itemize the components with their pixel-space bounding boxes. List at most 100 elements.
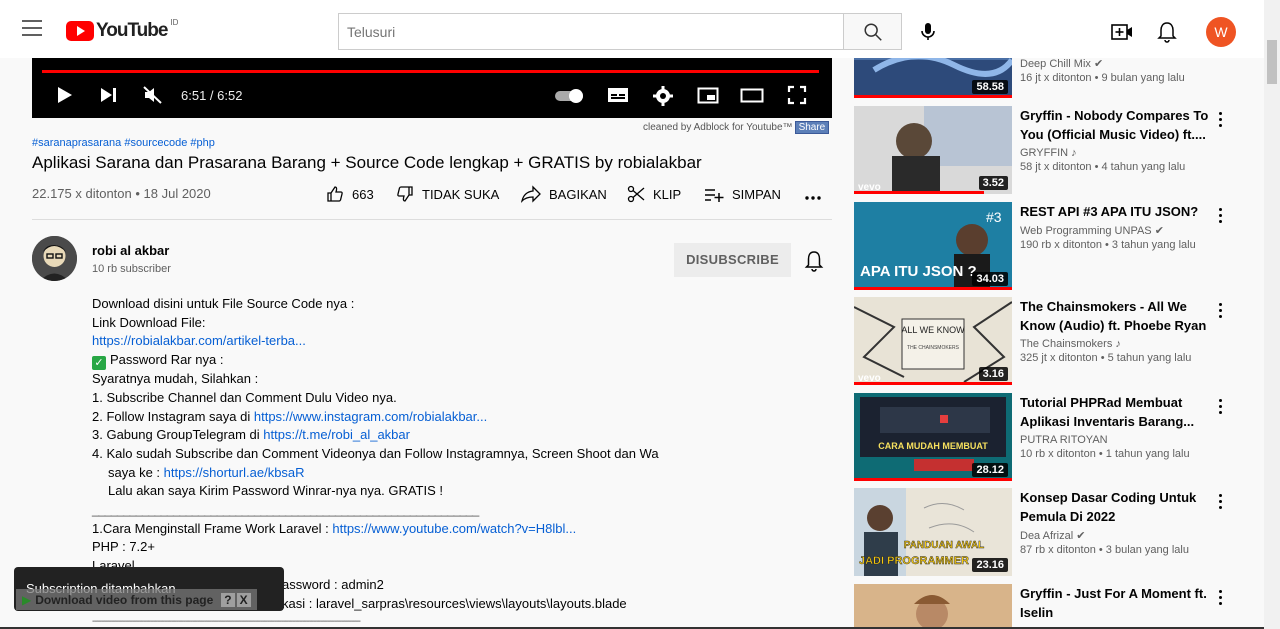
more-actions-icon[interactable] [805, 196, 821, 200]
youtube-play-icon [66, 21, 94, 41]
more-options-icon[interactable] [1216, 590, 1224, 608]
notifications-button[interactable] [1156, 20, 1178, 49]
download-label[interactable]: Download video from this page [35, 593, 213, 607]
rec-title[interactable]: Tutorial PHPRad Membuat Aplikasi Inventa… [1020, 393, 1210, 431]
next-icon[interactable] [99, 85, 119, 105]
play-icon[interactable] [56, 85, 74, 105]
subtitles-icon[interactable] [607, 85, 629, 105]
voice-search-button[interactable] [914, 17, 942, 45]
menu-icon[interactable] [22, 20, 42, 36]
shorturl-link[interactable]: https://shorturl.ae/kbsaR [164, 465, 305, 480]
rec-channel: Web Programming UNPAS ✔ [1020, 225, 1164, 237]
instagram-link[interactable]: https://www.instagram.com/robialakbar... [254, 409, 487, 424]
bell-icon [1157, 22, 1177, 43]
theater-mode-icon[interactable] [740, 85, 764, 105]
adblock-note: cleaned by Adblock for Youtube™ Share [643, 121, 830, 134]
video-duration: 3.52 [978, 176, 1008, 190]
rec-channel: Deep Chill Mix ✔ [1020, 58, 1104, 70]
rec-title[interactable]: REST API #3 APA ITU JSON? [1020, 202, 1210, 221]
youtube-link[interactable]: https://www.youtube.com/watch?v=H8lbl... [332, 521, 576, 536]
verified-icon: ✔ [1076, 530, 1086, 542]
video-player[interactable]: 6:51 / 6:52 [32, 58, 832, 118]
telegram-link[interactable]: https://t.me/robi_al_akbar [263, 427, 410, 442]
autoplay-toggle-icon[interactable] [554, 85, 586, 105]
rec-title[interactable]: Konsep Dasar Coding Untuk Pemula Di 2022 [1020, 488, 1210, 526]
channel-avatar[interactable] [32, 236, 77, 281]
desc-line: 1. Subscribe Channel dan Comment Dulu Vi… [92, 389, 397, 405]
scrollbar[interactable] [1264, 0, 1280, 629]
watched-progress [854, 478, 1012, 481]
save-button[interactable]: SIMPAN [704, 185, 781, 203]
like-count: 663 [352, 186, 374, 202]
channel-avatar-image [32, 236, 77, 281]
svg-text:APA ITU JSON ?: APA ITU JSON ? [860, 263, 977, 280]
more-options-icon[interactable] [1216, 303, 1224, 321]
watched-progress [854, 287, 1012, 290]
rec-meta: 16 jt x ditonton • 9 bulan yang lalu [1020, 72, 1185, 84]
video-duration: 58.58 [972, 80, 1008, 94]
miniplayer-icon[interactable] [697, 85, 719, 105]
video-duration: 34.03 [972, 272, 1008, 286]
video-hashtags[interactable]: #saranaprasarana #sourcecode #php [32, 137, 215, 149]
video-thumbnail[interactable]: CARA MUDAH MEMBUAT 28.12 [854, 393, 1012, 481]
video-duration: 28.12 [972, 463, 1008, 477]
video-thumbnail[interactable]: PANDUAN AWAL JADI PROGRAMMER 23.16 [854, 488, 1012, 576]
rec-title[interactable]: Gryffin - Nobody Compares To You (Offici… [1020, 106, 1210, 144]
rec-channel: GRYFFIN ♪ [1020, 147, 1077, 159]
more-options-icon[interactable] [1216, 494, 1224, 512]
rec-title[interactable]: The Chainsmokers - All We Know (Audio) f… [1020, 297, 1210, 335]
bell-icon [804, 251, 824, 272]
youtube-logo[interactable]: YouTube ID [66, 18, 178, 42]
close-button[interactable]: X [236, 592, 251, 607]
download-video-bar[interactable]: ▶ Download video from this page ? X [16, 589, 257, 610]
channel-name[interactable]: robi al akbar [92, 243, 169, 258]
search-box[interactable] [338, 13, 844, 50]
microphone-icon [921, 23, 935, 40]
desc-line: 4. Kalo sudah Subscribe dan Comment Vide… [92, 445, 659, 461]
rec-title[interactable]: Gryffin - Just For A Moment ft. Iselin [1020, 584, 1210, 622]
rec-meta: 190 rb x ditonton • 3 tahun yang lalu [1020, 239, 1196, 251]
progress-bar[interactable] [42, 70, 820, 73]
create-button[interactable] [1110, 20, 1134, 49]
unsubscribe-button[interactable]: DISUBSCRIBE [674, 243, 791, 277]
search-input[interactable] [339, 14, 843, 49]
mute-icon[interactable] [142, 85, 164, 105]
masthead: YouTube ID W [0, 0, 1264, 58]
video-thumbnail[interactable]: vevo 3.52 [854, 106, 1012, 194]
more-options-icon[interactable] [1216, 208, 1224, 226]
like-button[interactable]: 663 [326, 185, 374, 203]
search-button[interactable] [843, 13, 902, 50]
desc-link[interactable]: https://robialakbar.com/artikel-terba... [92, 333, 306, 348]
clip-button[interactable]: KLIP [627, 185, 681, 203]
help-button[interactable]: ? [221, 592, 235, 607]
adblock-text: cleaned by Adblock for Youtube™ [643, 122, 793, 133]
adblock-share-button[interactable]: Share [794, 121, 830, 134]
time-display: 6:51 / 6:52 [181, 88, 243, 103]
playlist-add-icon [705, 189, 724, 202]
desc-line: Password Rar nya : [110, 352, 224, 368]
thumbs-down-icon [397, 186, 413, 202]
settings-gear-icon[interactable] [652, 85, 674, 107]
scrollbar-thumb[interactable] [1267, 40, 1277, 84]
dislike-button[interactable]: TIDAK SUKA [396, 185, 499, 203]
channel-notification-button[interactable] [804, 250, 824, 277]
rec-meta: 10 rb x ditonton • 1 tahun yang lalu [1020, 448, 1190, 460]
more-options-icon[interactable] [1216, 112, 1224, 130]
svg-text:ALL WE KNOW: ALL WE KNOW [901, 325, 965, 335]
rec-meta: 58 jt x ditonton • 4 tahun yang lalu [1020, 161, 1186, 173]
video-thumbnail[interactable] [854, 584, 1012, 629]
video-duration: 23.16 [972, 558, 1008, 572]
video-title: Aplikasi Sarana dan Prasarana Barang + S… [32, 153, 702, 172]
account-avatar[interactable]: W [1206, 17, 1236, 47]
fullscreen-icon[interactable] [787, 85, 807, 105]
more-options-icon[interactable] [1216, 399, 1224, 417]
video-thumbnail[interactable]: #3 APA ITU JSON ? 34.03 [854, 202, 1012, 290]
share-label: BAGIKAN [549, 186, 607, 202]
desc-rule: ________________________________________… [92, 502, 479, 518]
scissors-icon [627, 185, 645, 203]
video-thumbnail[interactable]: ALL WE KNOW THE CHAINSMOKERS vevo 3.16 [854, 297, 1012, 385]
logo-text: YouTube [96, 20, 168, 41]
dislike-label: TIDAK SUKA [422, 186, 500, 202]
share-button[interactable]: BAGIKAN [521, 185, 607, 203]
music-note-icon: ♪ [1071, 147, 1077, 159]
